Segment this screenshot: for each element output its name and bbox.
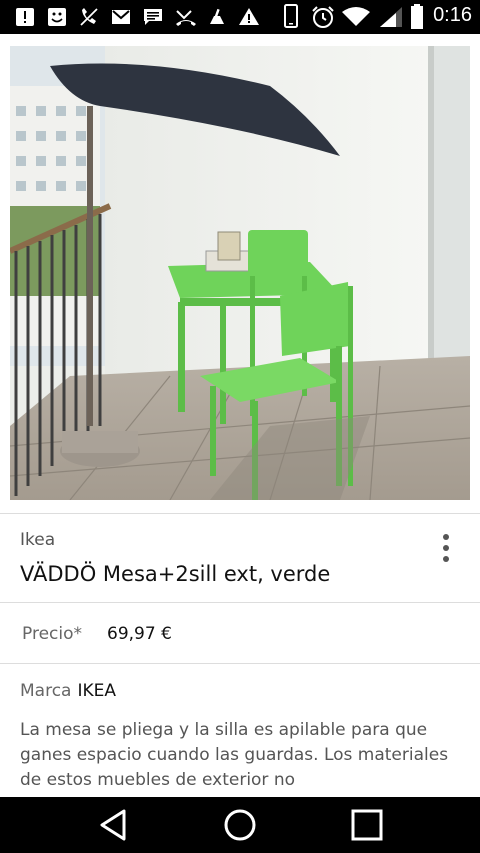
- smiley-icon: [46, 6, 68, 28]
- divider: [0, 602, 480, 603]
- brand-value: IKEA: [77, 681, 117, 701]
- gmail-icon: [110, 6, 132, 28]
- product-title: VÄDDÖ Mesa+2sill ext, verde: [20, 562, 331, 586]
- clock-time: 0:16: [433, 4, 472, 26]
- muted-phone-icon: [78, 6, 100, 28]
- product-brand: Ikea: [20, 530, 56, 550]
- alert-box-icon: [14, 6, 36, 28]
- status-bar: 0:16: [0, 0, 480, 34]
- recents-square-icon[interactable]: [347, 805, 387, 845]
- phone-outline-icon: [282, 4, 300, 28]
- back-triangle-icon[interactable]: [94, 805, 134, 845]
- alarm-icon: [310, 6, 336, 28]
- divider: [0, 663, 480, 664]
- brand-label: Marca: [20, 681, 72, 701]
- message-icon: [142, 6, 164, 28]
- battery-icon: [410, 4, 424, 29]
- product-description: La mesa se pliega y la silla es apilable…: [20, 720, 449, 790]
- brand-row: Marca IKEA: [20, 681, 116, 701]
- more-options-icon[interactable]: [434, 532, 458, 564]
- price-value: 69,97 €: [107, 624, 172, 644]
- wifi-icon: [342, 6, 370, 28]
- home-circle-icon[interactable]: [220, 805, 260, 845]
- missed-call-icon: [174, 6, 198, 28]
- divider: [0, 513, 480, 514]
- warning-icon: [238, 6, 260, 28]
- product-image[interactable]: [10, 46, 470, 500]
- navigation-bar: [0, 797, 480, 853]
- signal-icon: [378, 6, 404, 28]
- cleaner-icon: [206, 6, 228, 28]
- price-label: Precio*: [22, 624, 82, 644]
